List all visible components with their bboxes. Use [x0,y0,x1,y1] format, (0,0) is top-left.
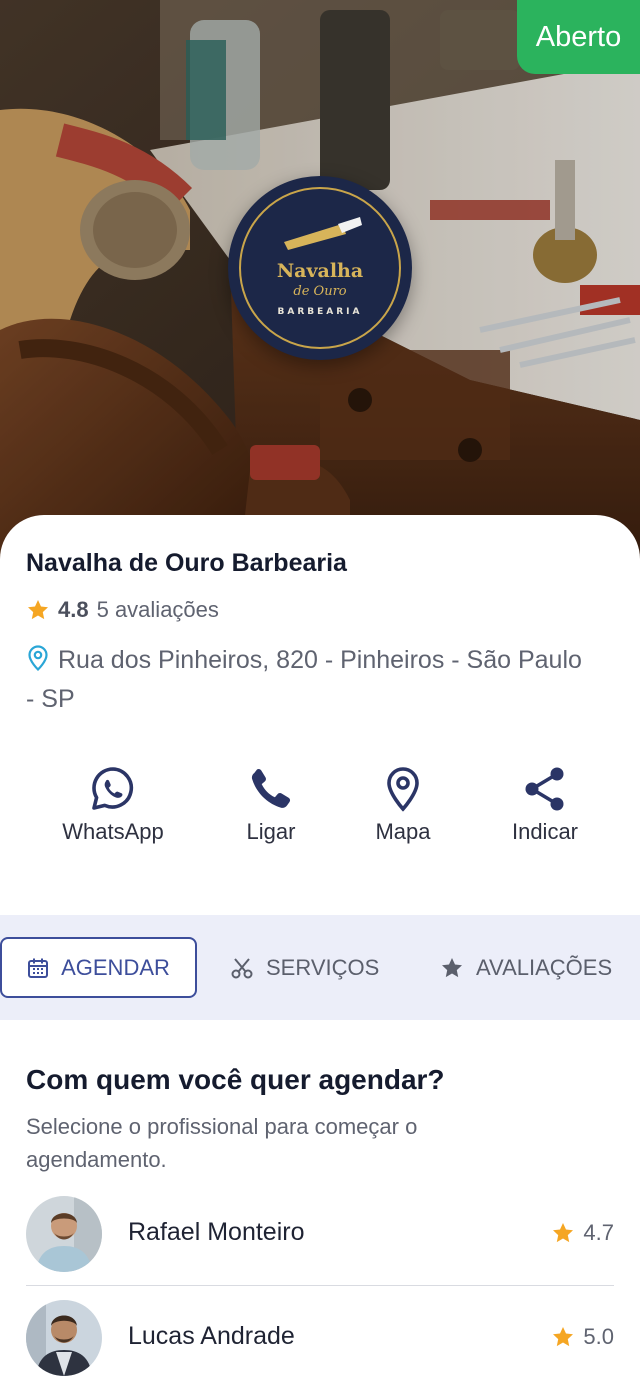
whatsapp-button[interactable]: WhatsApp [38,765,188,845]
schedule-title: Com quem você quer agendar? [26,1064,445,1095]
scissors-icon [231,957,253,978]
share-label: Indicar [511,819,579,844]
professional-name: Rafael Monteiro [128,1218,305,1246]
section-tabs: AGENDAR SERVIÇOS AVALIAÇÕES [0,915,640,1020]
location-pin-icon [28,645,48,671]
shop-name: Navalha de Ouro Barbearia [26,549,347,577]
divider [26,1285,614,1286]
call-label: Ligar [246,819,296,844]
logo-line-1: Navalha [276,260,364,282]
address-text: Rua dos Pinheiros, 820 - Pinheiros - São… [26,646,582,713]
share-icon [525,767,564,811]
shop-logo: Navalha de Ouro BARBEARIA [228,176,412,360]
quick-actions: WhatsApp Ligar Mapa Indicar [0,765,640,865]
logo-line-3: BARBEARIA [277,307,363,317]
professional-rating-value: 4.7 [583,1220,614,1245]
schedule-subtitle: Selecione o profissional para começar o … [26,1114,418,1172]
shop-rating[interactable]: 4.8 5 avaliações [26,597,219,623]
rating-value: 4.8 [58,597,89,622]
tab-agendar[interactable]: AGENDAR [0,937,197,998]
tab-avaliacoes[interactable]: AVALIAÇÕES [440,937,612,998]
star-icon [553,1223,574,1243]
star-icon [553,1327,574,1347]
tab-servicos-label: SERVIÇOS [266,954,380,980]
star-icon [442,957,462,977]
logo-line-2: de Ouro [293,284,347,299]
share-button[interactable]: Indicar [470,765,620,845]
reviews-count: 5 avaliações [96,597,219,622]
professional-rating-value: 5.0 [583,1324,614,1349]
call-button[interactable]: Ligar [196,765,346,845]
whatsapp-label: WhatsApp [62,819,164,844]
whatsapp-icon [92,767,134,810]
schedule-section: Com quem você quer agendar? Selecione o … [0,1020,640,1385]
map-button[interactable]: Mapa [328,765,478,845]
phone-icon [251,768,291,808]
status-badge: Aberto [517,0,640,74]
tab-agendar-label: AGENDAR [61,954,170,980]
professional-item[interactable]: Lucas Andrade 5.0 [26,1294,614,1384]
tab-servicos[interactable]: SERVIÇOS [230,937,379,998]
professional-rating: 5.0 [551,1324,614,1350]
avatar [26,1300,102,1376]
cover-image: Aberto Navalha de Ouro BARBEARIA [0,0,640,560]
map-label: Mapa [375,819,431,844]
map-pin-icon [387,767,419,812]
calendar-icon [28,958,49,978]
shop-address[interactable]: Rua dos Pinheiros, 820 - Pinheiros - São… [26,641,596,719]
professional-name: Lucas Andrade [128,1322,295,1350]
razor-icon [284,217,362,250]
star-icon [28,600,48,620]
professional-rating: 4.7 [551,1220,614,1246]
professional-item[interactable]: Rafael Monteiro 4.7 [26,1190,614,1280]
shop-info-card: Navalha de Ouro Barbearia 4.8 5 avaliaçõ… [0,515,640,915]
tab-avaliacoes-label: AVALIAÇÕES [476,954,613,980]
avatar [26,1196,102,1272]
